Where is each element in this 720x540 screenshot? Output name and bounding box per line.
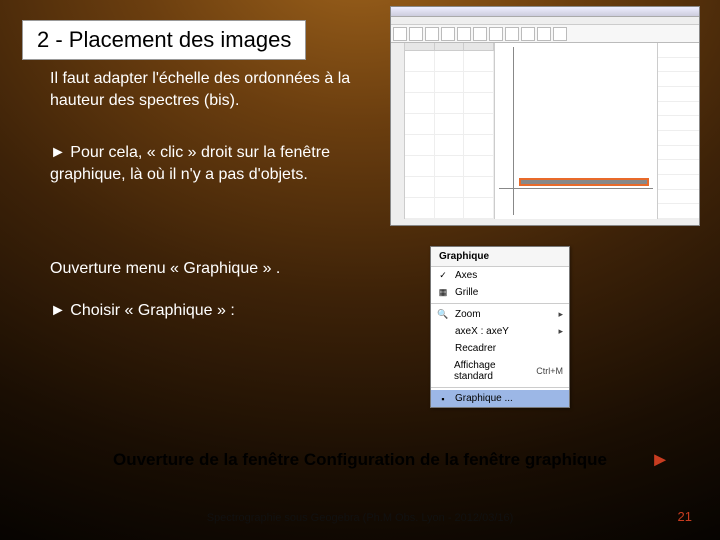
window-menubar bbox=[391, 17, 699, 25]
status-bar bbox=[391, 219, 699, 225]
menu-shortcut: Ctrl+M bbox=[536, 366, 563, 376]
geogebra-screenshot bbox=[390, 6, 700, 226]
menu-label: Graphique ... bbox=[455, 393, 513, 404]
footer-text: Spectrographie sous Geogebra (Ph.M Obs. … bbox=[0, 512, 720, 524]
menu-item-axes[interactable]: Axes bbox=[431, 267, 569, 284]
paragraph-1: Il faut adapter l'échelle des ordonnées … bbox=[50, 68, 390, 111]
menu-label: Affichage standard bbox=[454, 360, 530, 382]
context-menu: Graphique Axes ▦ Grille 🔍 Zoom ▸ axeX : … bbox=[430, 246, 570, 408]
paragraph-4: ► Choisir « Graphique » : bbox=[50, 300, 235, 322]
next-arrow-icon: ► bbox=[650, 449, 670, 472]
paragraph-2: ► Pour cela, « clic » droit sur la fenêt… bbox=[50, 142, 380, 185]
page-number: 21 bbox=[678, 509, 692, 524]
menu-item-zoom[interactable]: 🔍 Zoom ▸ bbox=[431, 306, 569, 323]
right-spreadsheet bbox=[657, 43, 699, 219]
menu-item-axis-ratio[interactable]: axeX : axeY ▸ bbox=[431, 323, 569, 340]
paragraph-3: Ouverture menu « Graphique » . bbox=[50, 258, 280, 280]
graphics-view bbox=[495, 43, 657, 219]
window-titlebar bbox=[391, 7, 699, 17]
context-menu-title: Graphique bbox=[431, 247, 569, 267]
settings-icon: ▪ bbox=[437, 394, 449, 404]
menu-item-graphique[interactable]: ▪ Graphique ... bbox=[431, 390, 569, 407]
window-toolbar bbox=[391, 25, 699, 43]
zoom-icon: 🔍 bbox=[437, 309, 449, 320]
spreadsheet-panel bbox=[405, 43, 495, 219]
slide-title: 2 - Placement des images bbox=[22, 20, 306, 60]
menu-label: axeX : axeY bbox=[455, 326, 509, 337]
menu-item-recenter[interactable]: Recadrer bbox=[431, 340, 569, 357]
menu-label: Axes bbox=[455, 270, 477, 281]
menu-item-standard[interactable]: Affichage standard Ctrl+M bbox=[431, 357, 569, 385]
menu-label: Recadrer bbox=[455, 343, 496, 354]
algebra-sidebar bbox=[391, 43, 405, 219]
spectrum-highlight bbox=[519, 178, 649, 186]
check-icon bbox=[437, 270, 449, 281]
submenu-arrow-icon: ▸ bbox=[558, 309, 563, 320]
menu-label: Zoom bbox=[455, 309, 481, 320]
submenu-arrow-icon: ▸ bbox=[558, 326, 563, 337]
menu-label: Grille bbox=[455, 287, 478, 298]
bottom-caption: Ouverture de la fenêtre Configuration de… bbox=[0, 450, 720, 470]
grid-icon: ▦ bbox=[437, 287, 449, 298]
menu-item-grid[interactable]: ▦ Grille bbox=[431, 284, 569, 301]
